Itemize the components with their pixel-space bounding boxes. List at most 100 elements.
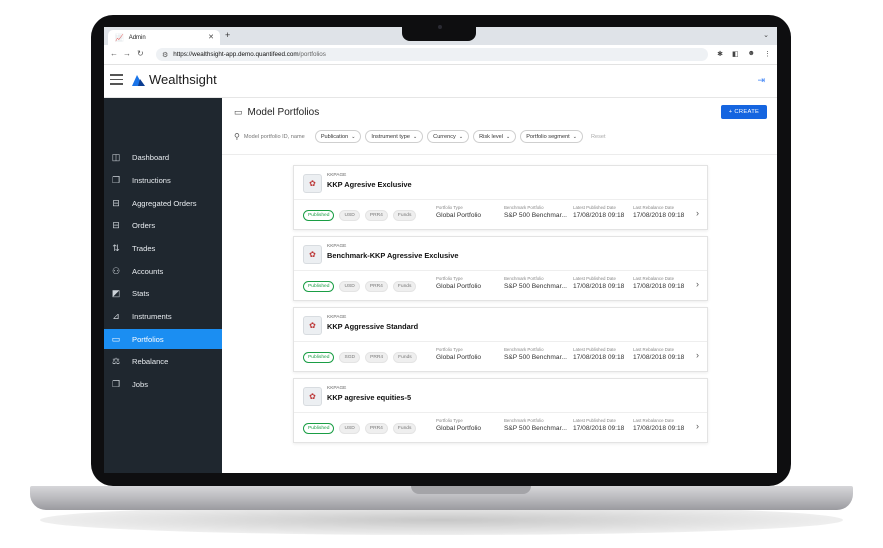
field-label: Benchmark Portfolio <box>504 205 544 210</box>
sidebar-item-portfolios[interactable]: ▭ Portfolios <box>104 329 222 349</box>
status-badge: Published <box>303 210 335 221</box>
reset-button[interactable]: Reset <box>591 134 606 140</box>
portfolio-card[interactable]: ✿ KKPAGE KKP Agresive Exclusive Published US… <box>293 165 708 230</box>
site-info-icon[interactable]: ⚙ <box>162 51 168 59</box>
portfolio-code: KKPAGE <box>327 173 347 178</box>
filter-publication[interactable]: Publication ⌄ <box>314 130 362 143</box>
status-badge: Published <box>303 281 335 292</box>
sidebar-item-label: Dashboard <box>132 152 170 162</box>
risk-badge: PRR4 <box>364 210 388 221</box>
portfolio-name[interactable]: KKP Agresive Exclusive <box>327 180 412 189</box>
portfolio-card[interactable]: ✿ KKPAGE KKP agresive equities-5 Published U… <box>293 378 708 443</box>
field-label: Latest Published Date <box>573 205 616 210</box>
url-host: https://wealthsight-app.demo.quantifeed.… <box>173 51 299 58</box>
field-label: Last Rebalance Date <box>633 418 675 423</box>
url-path: /portfolios <box>298 51 326 58</box>
reload-icon[interactable]: ↻ <box>137 49 144 58</box>
field-label: Latest Published Date <box>573 276 616 281</box>
sidebar-item-label: Portfolios <box>132 334 164 344</box>
field-value: 17/08/2018 09:18 <box>633 354 685 361</box>
field-label: Portfolio Type <box>436 205 463 210</box>
field-value: Global Portfolio <box>436 425 482 432</box>
field-label: Benchmark Portfolio <box>504 276 544 281</box>
browser-tab[interactable]: 📈 Admin ✕ <box>108 30 220 45</box>
dashboard-icon: ◫ <box>111 151 121 162</box>
portfolio-card[interactable]: ✿ KKPAGE Benchmark-KKP Agressive Exclusive… <box>293 236 708 301</box>
main-content: ▭ Model Portfolios + CREATE ⚲ Model port… <box>222 98 777 473</box>
sidebar-item-label: Accounts <box>132 266 164 276</box>
sidebar-item-dashboard[interactable]: ◫ Dashboard <box>104 147 222 167</box>
tab-list-chevron-icon[interactable]: ⌄ <box>763 31 769 39</box>
field-rebalance: Last Rebalance Date 17/08/2018 09:18 <box>633 276 684 290</box>
field-value: Global Portfolio <box>436 283 482 290</box>
wealthsight-logo-icon <box>132 75 145 86</box>
menu-dots-icon[interactable]: ⋮ <box>764 50 771 58</box>
risk-badge: PRR4 <box>364 281 388 292</box>
field-value: S&P 500 Benchmar... <box>504 212 567 219</box>
instrument-kind-badge: Funds <box>392 281 417 292</box>
profile-icon[interactable]: ☻ <box>748 50 755 58</box>
instructions-icon: ❐ <box>111 174 121 185</box>
filter-currency[interactable]: Currency ⌄ <box>427 130 470 143</box>
risk-badge: PRR4 <box>364 423 388 434</box>
field-published: Latest Published Date 17/08/2018 09:18 <box>573 205 624 219</box>
camera-notch <box>402 19 476 41</box>
sidebar-item-accounts[interactable]: ⚇ Accounts <box>104 261 222 281</box>
forward-arrow-icon[interactable]: → <box>123 49 131 58</box>
portfolio-avatar-icon: ✿ <box>303 387 322 406</box>
page-header: ▭ Model Portfolios + CREATE ⚲ Model port… <box>222 98 777 155</box>
filter-risk-level[interactable]: Risk level ⌄ <box>473 130 517 143</box>
sidebar-item-instructions[interactable]: ❐ Instructions <box>104 170 222 190</box>
field-value: 17/08/2018 09:18 <box>573 283 625 290</box>
create-button[interactable]: + CREATE <box>721 105 767 119</box>
chevron-right-icon[interactable]: › <box>696 208 699 218</box>
filter-instrument-type[interactable]: Instrument type ⌄ <box>365 130 424 143</box>
extensions-pin-icon[interactable]: ✱ <box>717 50 723 58</box>
sidebar-item-instruments[interactable]: ⊿ Instruments <box>104 306 222 326</box>
portfolio-avatar-icon: ✿ <box>303 245 322 264</box>
field-value: 17/08/2018 09:18 <box>573 212 625 219</box>
sidebar-item-orders[interactable]: ⊟ Orders <box>104 215 222 235</box>
search-input[interactable]: ⚲ Model portfolio ID, name <box>234 132 305 141</box>
address-bar[interactable]: ⚙ https://wealthsight-app.demo.quantifee… <box>156 48 708 61</box>
portfolio-card-header: ✿ KKPAGE KKP Aggressive Standard <box>294 308 707 342</box>
new-tab-button[interactable]: + <box>225 30 230 40</box>
chevron-right-icon[interactable]: › <box>696 350 699 360</box>
sidebar-item-label: Jobs <box>132 379 149 389</box>
portfolio-avatar-icon: ✿ <box>303 174 322 193</box>
field-label: Portfolio Type <box>436 276 463 281</box>
portfolio-name[interactable]: KKP Aggressive Standard <box>327 322 418 331</box>
sidebar-item-rebalance[interactable]: ⚖ Rebalance <box>104 351 222 371</box>
field-type: Portfolio Type Global Portfolio <box>436 205 481 219</box>
sidebar-item-trades[interactable]: ⇅ Trades <box>104 238 222 258</box>
orders-icon: ⊟ <box>112 219 120 230</box>
sidebar-item-stats[interactable]: ◩ Stats <box>104 283 222 303</box>
field-value: S&P 500 Benchmar... <box>504 354 567 361</box>
field-value: S&P 500 Benchmar... <box>504 283 567 290</box>
sidebar-item-label: Trades <box>132 243 156 253</box>
portfolio-badges: Published SGD PRR4 Funds <box>303 352 417 363</box>
filter-label: Publication <box>320 133 349 140</box>
browser-toolbar: ← → ↻ ⚙ https://wealthsight-app.demo.qua… <box>104 45 777 65</box>
chevron-right-icon[interactable]: › <box>696 279 699 289</box>
chevron-right-icon[interactable]: › <box>696 421 699 431</box>
app-header: Wealthsight ⇥ <box>104 65 777 98</box>
hamburger-menu-icon[interactable] <box>110 74 123 85</box>
portfolio-name[interactable]: KKP agresive equities-5 <box>327 393 411 402</box>
portfolio-card[interactable]: ✿ KKPAGE KKP Aggressive Standard Published S… <box>293 307 708 372</box>
portfolio-name[interactable]: Benchmark-KKP Agressive Exclusive <box>327 251 458 260</box>
field-value: Global Portfolio <box>436 212 482 219</box>
logout-icon[interactable]: ⇥ <box>757 75 765 86</box>
field-label: Last Rebalance Date <box>633 205 675 210</box>
sidebar-item-aggregated-orders[interactable]: ⊟ Aggregated Orders <box>104 193 222 213</box>
filter-portfolio-segment[interactable]: Portfolio segment ⌄ <box>520 130 583 143</box>
field-benchmark: Benchmark Portfolio S&P 500 Benchmar... <box>504 276 567 290</box>
filter-label: Currency <box>433 133 456 140</box>
filter-label: Portfolio segment <box>526 133 570 140</box>
aggregated-orders-icon: ⊟ <box>112 197 120 208</box>
close-tab-icon[interactable]: ✕ <box>208 33 214 41</box>
sidebar-item-jobs[interactable]: ❐ Jobs <box>104 374 222 394</box>
sidebar-item-label: Instruments <box>132 311 172 321</box>
sidepanel-icon[interactable]: ◧ <box>732 50 739 58</box>
back-arrow-icon[interactable]: ← <box>110 49 118 58</box>
